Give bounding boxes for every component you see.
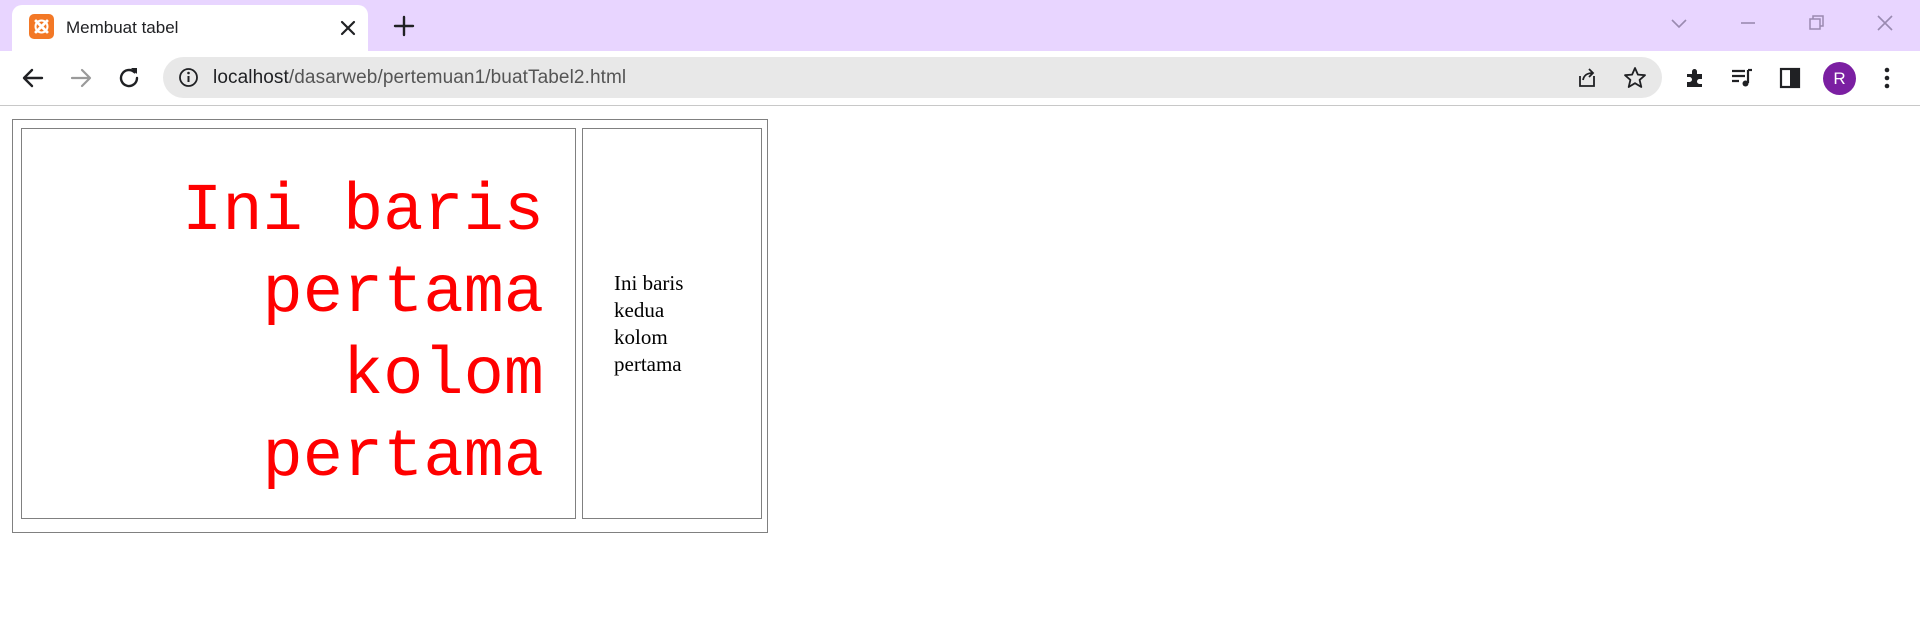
tab-strip: Membuat tabel	[0, 0, 1920, 51]
side-panel-icon[interactable]	[1777, 65, 1803, 91]
page-content: Ini baris pertama kolom pertama Ini bari…	[0, 106, 1920, 629]
url-host: localhost	[213, 67, 289, 88]
restore-icon[interactable]	[1805, 12, 1827, 34]
xampp-icon	[29, 14, 54, 39]
site-info-icon[interactable]	[178, 67, 199, 88]
address-bar[interactable]: localhost/dasarweb/pertemuan1/buatTabel2…	[163, 57, 1662, 98]
html-table: Ini baris pertama kolom pertama Ini bari…	[12, 119, 768, 533]
new-tab-icon[interactable]	[391, 13, 417, 39]
url-text[interactable]: localhost/dasarweb/pertemuan1/buatTabel2…	[213, 67, 626, 89]
minimize-icon[interactable]	[1737, 12, 1759, 34]
browser-toolbar: localhost/dasarweb/pertemuan1/buatTabel2…	[0, 51, 1920, 106]
table-cell-first-text: Ini baris pertama kolom pertama	[182, 174, 544, 496]
close-window-icon[interactable]	[1874, 12, 1896, 34]
media-control-icon[interactable]	[1729, 65, 1755, 91]
reload-icon[interactable]	[116, 65, 142, 91]
table-cell-second: Ini baris kedua kolom pertama	[582, 128, 762, 519]
more-menu-icon[interactable]	[1874, 65, 1900, 91]
close-tab-icon[interactable]	[336, 16, 360, 40]
tab-search-chevron-icon[interactable]	[1668, 12, 1690, 34]
back-arrow-icon[interactable]	[20, 65, 46, 91]
share-icon[interactable]	[1574, 65, 1600, 91]
extensions-icon[interactable]	[1682, 65, 1708, 91]
table-cell-first: Ini baris pertama kolom pertama	[21, 128, 576, 519]
browser-tab[interactable]: Membuat tabel	[12, 5, 368, 51]
tab-title: Membuat tabel	[66, 18, 179, 37]
table-cell-second-text: Ini baris kedua kolom pertama	[614, 271, 684, 376]
url-path: /dasarweb/pertemuan1/buatTabel2.html	[288, 67, 627, 88]
bookmark-star-icon[interactable]	[1622, 65, 1648, 91]
profile-avatar[interactable]: R	[1823, 62, 1856, 95]
forward-arrow-icon[interactable]	[68, 65, 94, 91]
